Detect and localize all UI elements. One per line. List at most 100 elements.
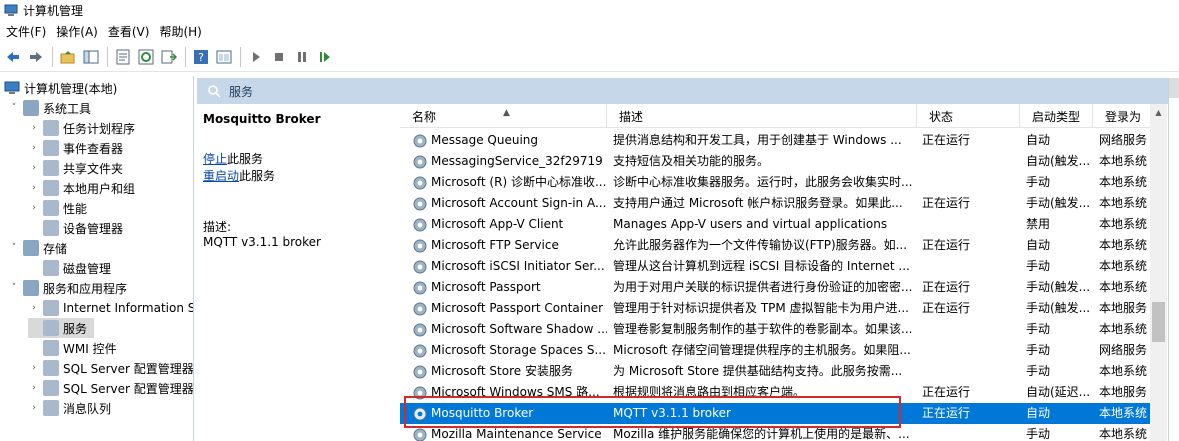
chevron-right-icon[interactable]: › <box>28 363 40 373</box>
tree-node[interactable]: WMI 控件 <box>28 338 117 358</box>
service-row[interactable]: Microsoft (R) 诊断中心标准收... 诊断中心标准收集器服务。运行时，… <box>400 172 1150 193</box>
service-row[interactable]: Microsoft Account Sign-in A... 支持用户通过 Mic… <box>400 193 1150 214</box>
menu-action[interactable]: 操作(A) <box>50 23 102 40</box>
gear-icon <box>413 386 427 400</box>
service-row[interactable]: Microsoft Store 安装服务 为 Microsoft Store 提供… <box>400 361 1150 382</box>
tree-node[interactable]: 磁盘管理 <box>28 258 111 278</box>
tree-node[interactable]: 设备管理器 <box>28 218 123 238</box>
chevron-right-icon[interactable]: › <box>28 163 40 173</box>
chevron-right-icon[interactable]: › <box>28 183 40 193</box>
service-desc-cell: Manages App-V users and virtual applicat… <box>613 217 888 231</box>
column-header-description[interactable]: 描述 <box>607 104 917 128</box>
service-row[interactable]: Microsoft Passport Container 管理用于针对标识提供者及… <box>400 298 1150 319</box>
service-name-cell: Microsoft Windows SMS 路... <box>431 385 600 399</box>
menu-help[interactable]: 帮助(H) <box>153 23 205 40</box>
service-desc-cell: Microsoft 存储空间管理提供程序的主机服务。如果阻... <box>613 343 911 357</box>
chevron-right-icon[interactable]: › <box>28 383 40 393</box>
tree-node[interactable]: ˅ 系统工具 <box>8 98 91 118</box>
console-view-icon[interactable] <box>213 46 235 68</box>
tree-node[interactable]: ˅ 存储 <box>8 238 67 258</box>
service-row[interactable]: Mozilla Maintenance Service Mozilla 维护服务能… <box>400 424 1150 441</box>
computer-icon <box>4 81 20 94</box>
tree-node[interactable]: › 消息队列 <box>28 398 111 418</box>
service-startup-cell: 自动(延迟... <box>1026 385 1091 399</box>
service-startup-cell: 自动 <box>1026 238 1051 252</box>
service-status-cell <box>922 151 1017 172</box>
tree-node[interactable]: › 任务计划程序 <box>28 118 135 138</box>
refresh-icon[interactable] <box>135 46 157 68</box>
service-row[interactable]: Microsoft iSCSI Initiator Ser... 管理从这台计算机… <box>400 256 1150 277</box>
description-label: 描述: <box>203 220 232 234</box>
service-row[interactable]: Microsoft Passport 为用于对用户关联的标识提供者进行身份验证的加… <box>400 277 1150 298</box>
service-startup-cell: 手动(触发... <box>1026 301 1091 315</box>
chevron-down-icon[interactable]: ˅ <box>8 283 20 293</box>
scroll-up-arrow-icon[interactable]: ▲ <box>1150 104 1167 121</box>
forward-arrow-icon[interactable] <box>25 46 47 68</box>
vertical-scrollbar[interactable]: ▲ <box>1150 104 1167 441</box>
tree-node-label: 设备管理器 <box>63 221 124 236</box>
tree-node[interactable]: › 本地用户和组 <box>28 178 135 198</box>
column-header-status[interactable]: 状态 <box>917 104 1020 128</box>
service-row[interactable]: Microsoft Windows SMS 路... 根据规则将消息路由到相应客户… <box>400 382 1150 403</box>
scrollbar-thumb[interactable] <box>1152 302 1165 342</box>
start-service-icon[interactable] <box>245 46 267 68</box>
resume-service-icon[interactable] <box>314 46 336 68</box>
menu-view[interactable]: 查看(V) <box>102 23 154 40</box>
service-row[interactable]: Message Queuing 提供消息结构和开发工具，用于创建基于 Window… <box>400 130 1150 151</box>
tree-node-label: 系统工具 <box>43 101 92 116</box>
tree-node[interactable]: › 共享文件夹 <box>28 158 123 178</box>
tree-root[interactable]: 计算机管理(本地) <box>4 78 117 98</box>
column-header-logon-as[interactable]: 登录为 <box>1093 104 1150 128</box>
service-row[interactable]: Microsoft Software Shadow ... 管理卷影复制服务制作的… <box>400 319 1150 340</box>
description-text: MQTT v3.1.1 broker <box>203 235 321 249</box>
service-row[interactable]: Microsoft App-V Client Manages App-V user… <box>400 214 1150 235</box>
service-row[interactable]: Microsoft FTP Service 允许此服务器作为一个文件传输协议(FT… <box>400 235 1150 256</box>
chevron-right-icon[interactable]: › <box>28 123 40 133</box>
menu-file[interactable]: 文件(F) <box>0 23 50 40</box>
service-logon-cell: 网络服务 <box>1099 343 1148 357</box>
properties-icon[interactable] <box>112 46 134 68</box>
service-row[interactable]: Mosquitto Broker MQTT v3.1.1 broker 正在运行 自动… <box>400 403 1150 424</box>
tree-node[interactable]: › SQL Server 配置管理器 <box>28 378 193 398</box>
up-folder-icon[interactable] <box>57 46 79 68</box>
chevron-right-icon[interactable]: › <box>28 403 40 413</box>
service-name-cell: Mozilla Maintenance Service <box>431 427 602 441</box>
stop-service-icon[interactable] <box>268 46 290 68</box>
column-header-name[interactable]: 名称 ▲ <box>400 104 607 128</box>
tree-node-label: SQL Server 配置管理器 <box>63 361 194 376</box>
column-header-startup-type[interactable]: 启动类型 <box>1020 104 1093 128</box>
chevron-right-icon[interactable]: › <box>28 143 40 153</box>
show-tree-icon[interactable] <box>80 46 102 68</box>
chevron-right-icon[interactable]: › <box>28 303 40 313</box>
tree-node[interactable]: 服务 <box>28 318 94 338</box>
tree-node[interactable]: › 性能 <box>28 198 87 218</box>
selected-service-name: Mosquitto Broker <box>203 112 321 126</box>
service-detail-pane: Mosquitto Broker 停止此服务 重启动此服务 描述: MQTT v… <box>197 104 397 441</box>
toolbar-separator <box>107 46 108 67</box>
pause-service-icon[interactable] <box>291 46 313 68</box>
service-status-cell: 正在运行 <box>922 133 971 147</box>
chevron-down-icon[interactable]: ˅ <box>8 243 20 253</box>
chevron-right-icon[interactable]: › <box>28 203 40 213</box>
service-row[interactable]: MessagingService_32f29719 支持短信及相关功能的服务。 自动… <box>400 151 1150 172</box>
tree-node-label: WMI 控件 <box>63 341 117 356</box>
service-row[interactable]: Microsoft Storage Spaces S... Microsoft 存… <box>400 340 1150 361</box>
chevron-down-icon[interactable]: ˅ <box>8 103 20 113</box>
tree-node[interactable]: ˅ 服务和应用程序 <box>8 278 127 298</box>
tree-node[interactable]: › SQL Server 配置管理器 <box>28 358 194 378</box>
tree-node-label: 性能 <box>63 201 88 216</box>
tree-node[interactable]: › 事件查看器 <box>28 138 123 158</box>
tree-node-icon <box>43 200 59 216</box>
restart-service-link[interactable]: 重启动 <box>203 169 239 183</box>
tree-node-icon <box>23 280 39 296</box>
tree-node[interactable]: › Internet Information S <box>28 298 193 318</box>
stop-service-link[interactable]: 停止 <box>203 152 227 166</box>
service-status-cell <box>922 361 1017 382</box>
service-desc-cell: 支持用户通过 Microsoft 帐户标识服务登录。如果此... <box>613 196 903 210</box>
back-arrow-icon[interactable] <box>2 46 24 68</box>
search-icon <box>208 85 221 98</box>
help-icon[interactable]: ? <box>190 46 212 68</box>
service-desc-cell: MQTT v3.1.1 broker <box>613 406 731 420</box>
export-list-icon[interactable] <box>158 46 180 68</box>
services-list: 名称 ▲ 描述 状态 启动类型 登录为 Message Queuing 提供消息结构… <box>400 104 1150 441</box>
